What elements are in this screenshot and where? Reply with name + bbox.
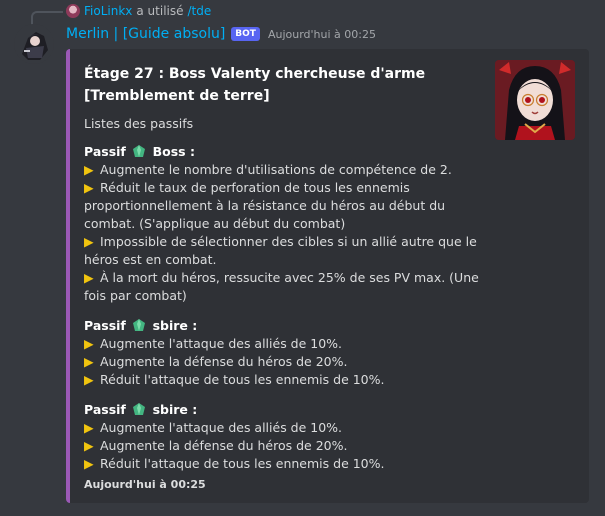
section-prefix: Passif [84,402,126,417]
section-name: sbire : [152,402,198,417]
arrow-icon: ▶ [84,180,94,195]
section-name: sbire : [152,318,198,333]
passive-section: Passif sbire : ▶ Augmente l'attaque des a… [84,401,494,473]
passive-section: Passif sbire : ▶ Augmente l'attaque des a… [84,317,494,389]
reply-command[interactable]: /tde [188,4,212,18]
green-gem-icon [133,145,146,157]
embed: Étage 27 : Boss Valenty chercheuse d'arm… [66,49,589,503]
list-item: ▶ Réduit le taux de perforation de tous l… [84,179,494,233]
section-header: Passif sbire : [84,317,494,335]
list-item-text: Augmente le nombre d'utilisations de com… [100,162,452,177]
embed-footer: Aujourd'hui à 00:25 [84,478,206,491]
list-item-text: Augmente la défense du héros de 20%. [100,438,348,453]
list-item-text: Augmente l'attaque des alliés de 10%. [100,336,343,351]
list-item-text: À la mort du héros, ressucite avec 25% d… [84,270,479,303]
intro-text: Listes des passifs [84,116,194,131]
reply-bar[interactable]: FioLinkx a utilisé /tde [66,3,211,19]
list-item: ▶ Réduit l'attaque de tous les ennemis de… [84,455,494,473]
arrow-icon: ▶ [84,336,94,351]
list-item-text: Impossible de sélectionner des cibles si… [84,234,477,267]
embed-thumbnail[interactable] [495,60,575,140]
list-item-text: Réduit l'attaque de tous les ennemis de … [100,456,385,471]
list-item: ▶ Augmente l'attaque des alliés de 10%. [84,335,494,353]
boss-portrait-image [495,60,575,140]
arrow-icon: ▶ [84,456,94,471]
embed-description: Listes des passifs Passif Boss : ▶ Augmen… [84,115,494,473]
section-prefix: Passif [84,318,126,333]
arrow-icon: ▶ [84,420,94,435]
reply-username[interactable]: FioLinkx [84,4,132,18]
message-timestamp[interactable]: Aujourd'hui à 00:25 [268,28,376,41]
list-item: ▶ Augmente la défense du héros de 20%. [84,353,494,371]
section-header: Passif sbire : [84,401,494,419]
arrow-icon: ▶ [84,162,94,177]
embed-title: Étage 27 : Boss Valenty chercheuse d'arm… [84,66,426,104]
list-item: ▶ Augmente l'attaque des alliés de 10%. [84,419,494,437]
list-item: ▶ À la mort du héros, ressucite avec 25% … [84,269,494,305]
list-item: ▶ Augmente la défense du héros de 20%. [84,437,494,455]
list-item-text: Augmente l'attaque des alliés de 10%. [100,420,343,435]
passive-section: Passif Boss : ▶ Augmente le nombre d'util… [84,143,494,305]
reply-connector [31,11,63,25]
arrow-icon: ▶ [84,438,94,453]
list-item: ▶ Réduit l'attaque de tous les ennemis de… [84,371,494,389]
arrow-icon: ▶ [84,270,94,285]
section-name: Boss : [152,144,195,159]
arrow-icon: ▶ [84,372,94,387]
message-header: Merlin | [Guide absolu] BOT Aujourd'hui … [66,25,376,43]
reply-avatar[interactable] [66,4,80,18]
section-header: Passif Boss : [84,143,494,161]
green-gem-icon [133,403,146,415]
section-prefix: Passif [84,144,126,159]
arrow-icon: ▶ [84,234,94,249]
list-item-text: Réduit le taux de perforation de tous le… [84,180,446,231]
bot-tag: BOT [231,27,260,41]
author-name[interactable]: Merlin | [Guide absolu] [66,26,225,42]
list-item-text: Augmente la défense du héros de 20%. [100,354,348,369]
green-gem-icon [133,319,146,331]
reply-action: a utilisé [136,4,184,18]
arrow-icon: ▶ [84,354,94,369]
list-item: ▶ Impossible de sélectionner des cibles s… [84,233,494,269]
list-item: ▶ Augmente le nombre d'utilisations de co… [84,161,494,179]
list-item-text: Réduit l'attaque de tous les ennemis de … [100,372,385,387]
avatar-image [14,24,54,64]
avatar[interactable] [14,24,54,64]
